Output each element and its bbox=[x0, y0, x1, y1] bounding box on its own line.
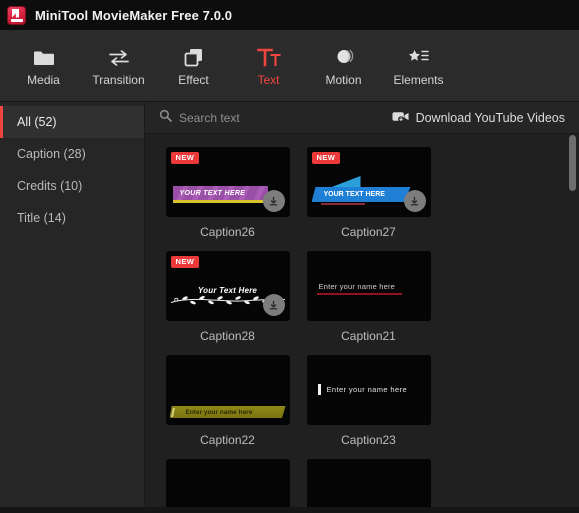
grid-item-caption23[interactable]: Enter your name here Caption23 bbox=[298, 355, 439, 447]
download-youtube-videos-button[interactable]: Download YouTube Videos bbox=[392, 110, 565, 126]
caption27-underline bbox=[320, 203, 365, 205]
sidebar-item-credits[interactable]: Credits (10) bbox=[0, 170, 144, 202]
new-badge: NEW bbox=[311, 152, 341, 164]
toolbar-label-transition: Transition bbox=[92, 72, 145, 87]
sidebar-item-all[interactable]: All (52) bbox=[0, 106, 144, 138]
toolbar-label-effect: Effect bbox=[178, 72, 209, 87]
caption26-preview-text: YOUR TEXT HERE bbox=[179, 189, 246, 197]
search-icon bbox=[159, 109, 172, 127]
bottom-edge-strip bbox=[0, 507, 579, 513]
toolbar-label-media: Media bbox=[27, 72, 60, 87]
caption27-preview-text: YOUR TEXT HERE bbox=[323, 191, 385, 198]
preview-art-caption23: Enter your name here bbox=[307, 355, 431, 425]
grid-item-label: Caption23 bbox=[341, 433, 396, 447]
caption22-banner: Enter your name here bbox=[169, 406, 286, 418]
thumbnail-caption27[interactable]: YOUR TEXT HERE NEW bbox=[306, 147, 431, 217]
caption21-preview-text: Enter your name here bbox=[318, 282, 396, 291]
video-download-icon bbox=[392, 110, 409, 126]
category-sidebar: All (52) Caption (28) Credits (10) Title… bbox=[0, 102, 145, 513]
toolbar-label-text: Text bbox=[257, 72, 280, 87]
caption22-preview-text: Enter your name here bbox=[185, 408, 253, 416]
template-grid: YOUR TEXT HERE NEW Caption26 YOUR TEXT H… bbox=[145, 134, 579, 513]
grid-item-caption26[interactable]: YOUR TEXT HERE NEW Caption26 bbox=[157, 147, 298, 239]
thumbnail-caption26[interactable]: YOUR TEXT HERE NEW bbox=[165, 147, 290, 217]
thumbnail-partial-1[interactable] bbox=[165, 459, 290, 513]
toolbar-item-elements[interactable]: Elements bbox=[381, 45, 456, 87]
search-bar: Download YouTube Videos bbox=[145, 102, 579, 134]
window-title: MiniTool MovieMaker Free 7.0.0 bbox=[35, 7, 233, 23]
caption26-banner: YOUR TEXT HERE bbox=[172, 186, 268, 203]
caption21-underline bbox=[316, 293, 402, 295]
new-badge: NEW bbox=[170, 152, 200, 164]
text-icon bbox=[256, 45, 281, 67]
preview-art-caption22: Enter your name here bbox=[166, 355, 290, 425]
effect-icon bbox=[183, 45, 205, 67]
download-youtube-videos-label: Download YouTube Videos bbox=[415, 110, 565, 125]
grid-item-label: Caption22 bbox=[200, 433, 255, 447]
grid-item-partial-2[interactable] bbox=[298, 459, 439, 513]
title-bar: MiniTool MovieMaker Free 7.0.0 bbox=[0, 0, 579, 30]
sidebar-item-caption[interactable]: Caption (28) bbox=[0, 138, 144, 170]
toolbar-item-media[interactable]: Media bbox=[6, 45, 81, 87]
download-icon[interactable] bbox=[262, 294, 285, 316]
content-body: All (52) Caption (28) Credits (10) Title… bbox=[0, 102, 579, 513]
preview-art-caption21: Enter your name here bbox=[307, 251, 431, 321]
caption23-cursor-bar bbox=[317, 384, 321, 395]
toolbar-item-text[interactable]: Text bbox=[231, 45, 306, 87]
sidebar-label-all: All (52) bbox=[17, 115, 57, 129]
thumbnail-caption22[interactable]: Enter your name here bbox=[165, 355, 290, 425]
grid-item-caption22[interactable]: Enter your name here Caption22 bbox=[157, 355, 298, 447]
grid-item-label: Caption26 bbox=[200, 225, 255, 239]
sidebar-label-title: Title (14) bbox=[17, 211, 66, 225]
main-toolbar: Media Transition Effect Text Motion Elem… bbox=[0, 30, 579, 102]
grid-item-caption27[interactable]: YOUR TEXT HERE NEW Caption27 bbox=[298, 147, 439, 239]
grid-item-label: Caption27 bbox=[341, 225, 396, 239]
folder-icon bbox=[33, 45, 55, 67]
sidebar-item-title[interactable]: Title (14) bbox=[0, 202, 144, 234]
search-input[interactable] bbox=[179, 110, 339, 125]
transition-icon bbox=[107, 45, 131, 67]
elements-icon bbox=[407, 45, 431, 67]
caption27-banner: YOUR TEXT HERE bbox=[311, 187, 411, 202]
toolbar-item-motion[interactable]: Motion bbox=[306, 45, 381, 87]
toolbar-label-motion: Motion bbox=[325, 72, 362, 87]
download-icon[interactable] bbox=[403, 190, 426, 212]
library-panel: Download YouTube Videos YOUR TEXT HERE N… bbox=[145, 102, 579, 513]
new-badge: NEW bbox=[170, 256, 200, 268]
thumbnail-caption28[interactable]: Your Text Here NEW bbox=[165, 251, 290, 321]
app-logo-icon bbox=[7, 5, 26, 25]
caption23-preview-text: Enter your name here bbox=[326, 385, 408, 394]
sidebar-label-credits: Credits (10) bbox=[17, 179, 83, 193]
grid-item-label: Caption21 bbox=[341, 329, 396, 343]
thumbnail-partial-2[interactable] bbox=[306, 459, 431, 513]
vertical-scrollbar[interactable] bbox=[569, 135, 576, 510]
grid-item-caption21[interactable]: Enter your name here Caption21 bbox=[298, 251, 439, 343]
grid-item-label: Caption28 bbox=[200, 329, 255, 343]
toolbar-label-elements: Elements bbox=[393, 72, 444, 87]
motion-icon bbox=[332, 45, 356, 67]
thumbnail-caption23[interactable]: Enter your name here bbox=[306, 355, 431, 425]
grid-item-caption28[interactable]: Your Text Here NEW Caption28 bbox=[157, 251, 298, 343]
template-grid-scroll: YOUR TEXT HERE NEW Caption26 YOUR TEXT H… bbox=[145, 134, 579, 513]
grid-item-partial-1[interactable] bbox=[157, 459, 298, 513]
search-field-wrap[interactable] bbox=[159, 109, 392, 127]
thumbnail-caption21[interactable]: Enter your name here bbox=[306, 251, 431, 321]
sidebar-label-caption: Caption (28) bbox=[17, 147, 86, 161]
toolbar-item-transition[interactable]: Transition bbox=[81, 45, 156, 87]
scrollbar-thumb[interactable] bbox=[569, 135, 576, 191]
download-icon[interactable] bbox=[262, 190, 285, 212]
toolbar-item-effect[interactable]: Effect bbox=[156, 45, 231, 87]
